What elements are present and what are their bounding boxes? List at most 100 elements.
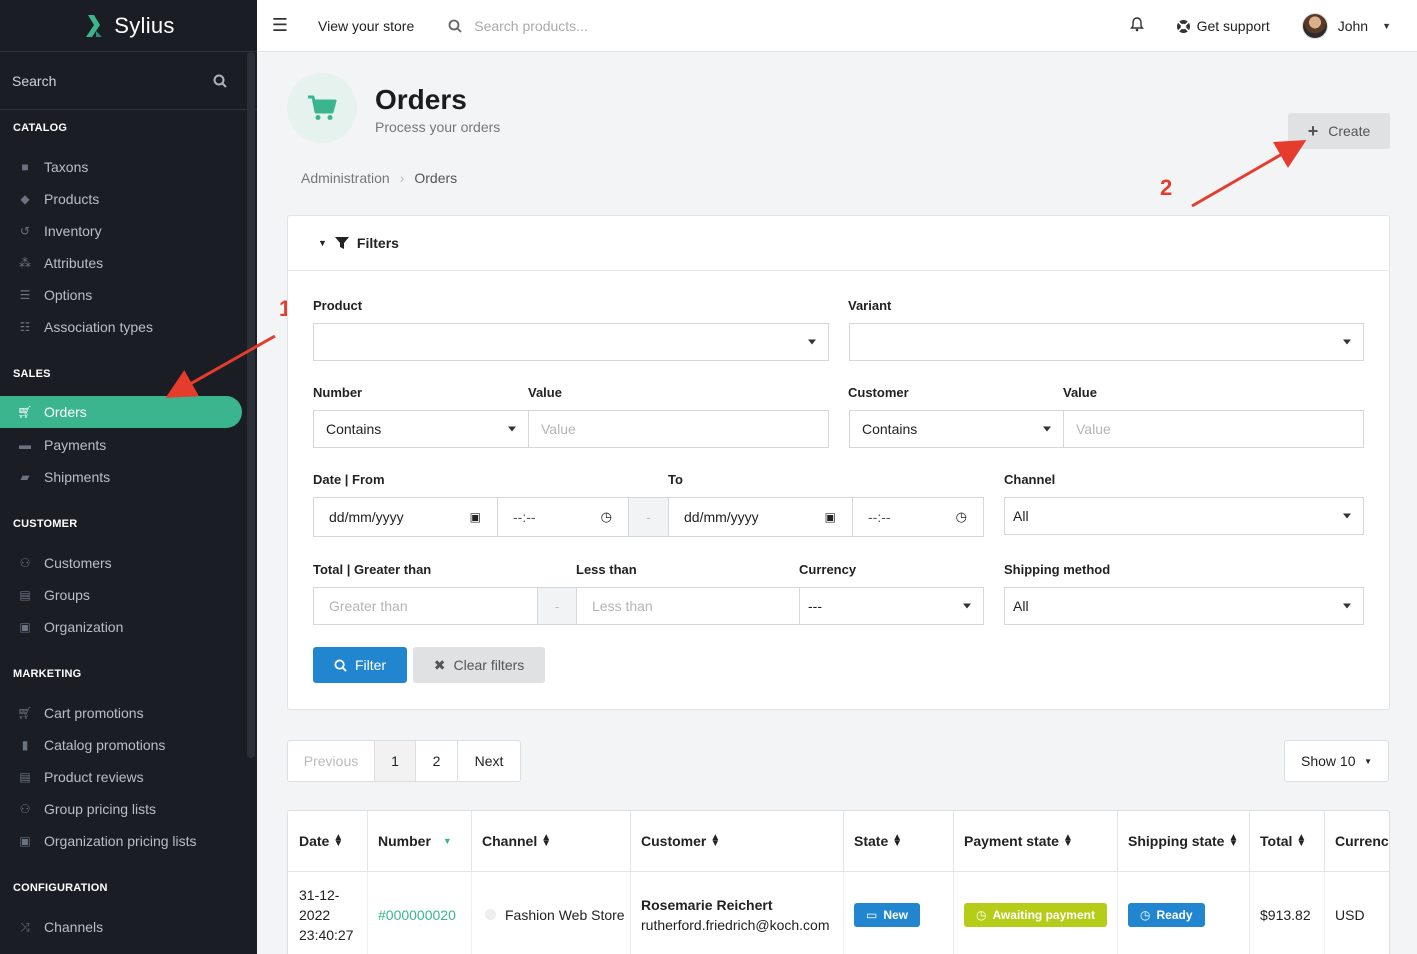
filter-button[interactable]: Filter — [313, 647, 407, 683]
cube-icon: ◆ — [20, 192, 30, 206]
order-number-link[interactable]: #000000020 — [367, 872, 472, 954]
section-customer: CUSTOMER — [13, 518, 78, 530]
total-greater-input[interactable]: Greater than — [313, 587, 538, 625]
breadcrumb-administration[interactable]: Administration — [301, 170, 390, 186]
sidebar-search[interactable]: Search — [0, 52, 257, 110]
sidebar-item-orders[interactable]: 🛒︎ Orders — [0, 396, 242, 428]
column-date[interactable]: Date ▲ ▼ — [288, 811, 368, 872]
customer-label: Customer — [848, 385, 909, 400]
filters-title: Filters — [356, 235, 399, 251]
chevron-right-icon: › — [399, 170, 405, 186]
sort-icon: ▲ ▼ — [541, 832, 552, 849]
history-icon: ↺ — [19, 224, 31, 238]
user-menu[interactable]: John ▼ — [1301, 13, 1391, 39]
sidebar-item-payments[interactable]: ▬ Payments — [0, 429, 242, 461]
section-marketing: MARKETING — [13, 668, 82, 680]
channel-label: Channel — [1004, 472, 1056, 487]
sidebar-item-product-reviews[interactable]: ▤ Product reviews — [0, 761, 242, 793]
variant-select[interactable] — [849, 323, 1364, 361]
cart-icon — [308, 95, 337, 120]
sort-icon: ▲ ▼ — [1296, 832, 1307, 849]
create-button[interactable]: + Create — [1288, 113, 1390, 149]
column-number[interactable]: Number ▼ — [367, 811, 472, 872]
sort-icon: ▲ ▼ — [710, 832, 721, 849]
breadcrumb: Administration › Orders — [301, 170, 457, 186]
pagination-page-2[interactable]: 2 — [416, 741, 458, 781]
life-ring-icon — [1176, 19, 1190, 33]
column-payment-state[interactable]: Payment state ▲ ▼ — [953, 811, 1118, 872]
time-from-input[interactable]: --:-- ◷ — [497, 497, 629, 537]
table-row-payment-state: ◷ Awaiting payment — [953, 872, 1118, 954]
pagination: Previous 1 2 Next — [287, 740, 521, 782]
sidebar-item-catalog-promotions[interactable]: ▮ Catalog promotions — [0, 729, 242, 761]
menu-toggle-icon[interactable]: ☰ — [257, 15, 303, 36]
page-title: Orders — [375, 84, 467, 115]
column-total[interactable]: Total ▲ ▼ — [1249, 811, 1325, 872]
caret-down-icon — [1343, 603, 1351, 609]
view-store-link[interactable]: View your store — [318, 18, 414, 34]
cubes-icon: ⁂ — [19, 256, 31, 270]
customer-name: Rosemarie Reichert — [641, 896, 773, 913]
sidebar-item-organization[interactable]: ▣ Organization — [0, 611, 242, 643]
list-icon: ☷ — [19, 320, 31, 334]
bell-icon[interactable] — [1129, 17, 1144, 35]
annotation-number-2: 2 — [1160, 175, 1173, 200]
total-less-input[interactable]: Less than — [576, 587, 801, 625]
calendar-icon: ▣ — [824, 510, 836, 524]
search-icon — [213, 74, 227, 88]
customer-value-input[interactable]: Value — [1063, 410, 1364, 448]
date-to-input[interactable]: dd/mm/yyyy ▣ — [668, 497, 853, 537]
sidebar-item-organization-pricing-lists[interactable]: ▣ Organization pricing lists — [0, 825, 242, 857]
date-from-input[interactable]: dd/mm/yyyy ▣ — [313, 497, 498, 537]
sidebar-item-products[interactable]: ◆ Products — [0, 183, 242, 215]
sidebar-item-association-types[interactable]: ☷ Association types — [0, 311, 242, 343]
filters-header[interactable]: ▼ Filters — [288, 216, 1389, 271]
shipping-method-select[interactable]: All — [1004, 587, 1364, 625]
avatar — [1301, 13, 1328, 39]
sidebar-item-shipments[interactable]: ▰ Shipments — [0, 461, 242, 493]
sidebar-item-groups[interactable]: ▤ Groups — [0, 579, 242, 611]
column-state[interactable]: State ▲ ▼ — [843, 811, 954, 872]
column-channel[interactable]: Channel ▲ ▼ — [471, 811, 631, 872]
sidebar-item-group-pricing-lists[interactable]: ⚇ Group pricing lists — [0, 793, 242, 825]
date-from-label: Date | From — [313, 472, 385, 487]
sidebar-item-channels[interactable]: ⤨ Channels — [0, 911, 242, 943]
sidebar-scrollbar[interactable] — [247, 52, 255, 758]
sidebar-item-cart-promotions[interactable]: 🛒︎ Cart promotions — [0, 697, 242, 729]
calendar-icon: ▣ — [469, 510, 481, 524]
currency-label: Currency — [799, 562, 857, 577]
get-support-link[interactable]: Get support — [1176, 18, 1270, 34]
clear-filters-button[interactable]: ✖ Clear filters — [413, 647, 545, 683]
column-customer[interactable]: Customer ▲ ▼ — [630, 811, 844, 872]
column-shipping-state[interactable]: Shipping state ▲ ▼ — [1117, 811, 1250, 872]
sidebar-item-attributes[interactable]: ⁂ Attributes — [0, 247, 242, 279]
number-value-input[interactable]: Value — [528, 410, 829, 448]
date-to-label: To — [668, 472, 683, 487]
brand-logo[interactable]: Sylius — [0, 0, 257, 52]
number-mode-select[interactable]: Contains — [313, 410, 529, 448]
sidebar-item-customers[interactable]: ⚇ Customers — [0, 547, 242, 579]
close-icon: ✖ — [433, 656, 446, 673]
channel-select[interactable]: All — [1004, 497, 1364, 535]
product-select[interactable] — [313, 323, 829, 361]
archive-icon: ▤ — [19, 588, 31, 602]
sidebar-item-inventory[interactable]: ↺ Inventory — [0, 215, 242, 247]
sidebar-item-options[interactable]: ☰ Options — [0, 279, 242, 311]
caret-down-icon — [1343, 339, 1351, 345]
pagination-next[interactable]: Next — [458, 741, 520, 781]
sidebar-item-taxons[interactable]: ■ Taxons — [0, 151, 242, 183]
search-icon — [448, 19, 462, 33]
per-page-dropdown[interactable]: Show 10 ▼ — [1284, 740, 1389, 782]
time-to-input[interactable]: --:-- ◷ — [852, 497, 984, 537]
top-search[interactable]: Search products... — [448, 18, 588, 34]
top-search-input[interactable]: Search products... — [474, 18, 588, 34]
table-row-state: ▭ New — [843, 872, 954, 954]
caret-down-icon: ▼ — [318, 238, 327, 248]
table-row-customer[interactable]: Rosemarie Reichert rutherford.friedrich@… — [630, 872, 844, 954]
number-value-label: Value — [528, 385, 562, 400]
currency-select[interactable]: --- — [799, 587, 984, 625]
caret-down-icon — [808, 339, 816, 345]
pagination-page-1[interactable]: 1 — [375, 741, 416, 781]
customer-mode-select[interactable]: Contains — [849, 410, 1064, 448]
date-range-separator: - — [628, 497, 669, 537]
